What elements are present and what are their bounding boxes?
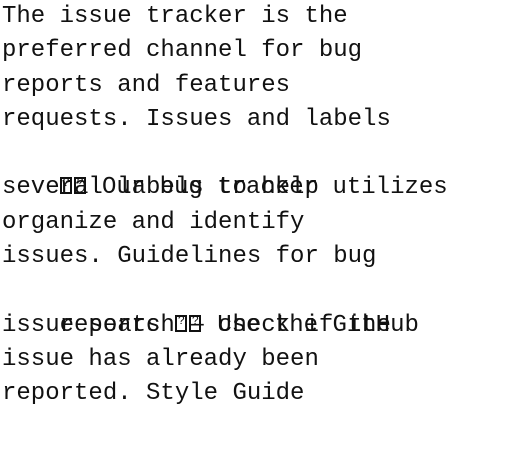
document-text: The issue tracker is the preferred chann… — [2, 0, 527, 412]
text-line: issues. Guidelines for bug — [2, 243, 377, 271]
text-line: issue has already been — [2, 345, 319, 373]
text-line: The issue tracker is the — [2, 3, 348, 30]
text-line-with-glyphs: Our bug tracker utilizes — [2, 137, 527, 201]
text-line: preferred channel for bug — [2, 37, 363, 65]
text-line: reports and features — [2, 71, 291, 99]
text-line-with-glyphs: reports Use the GitHub — [2, 274, 527, 339]
missing-glyph-icon — [73, 173, 86, 195]
text-line: reported. Style Guide — [2, 380, 305, 408]
missing-glyph-icon — [59, 173, 72, 195]
text-line: issue search — check if the — [2, 311, 391, 339]
missing-glyph-icon — [188, 311, 201, 332]
text-line: requests. Issues and labels — [2, 105, 391, 133]
text-line: organize and identify — [2, 208, 305, 236]
missing-glyph-icon — [174, 311, 187, 332]
